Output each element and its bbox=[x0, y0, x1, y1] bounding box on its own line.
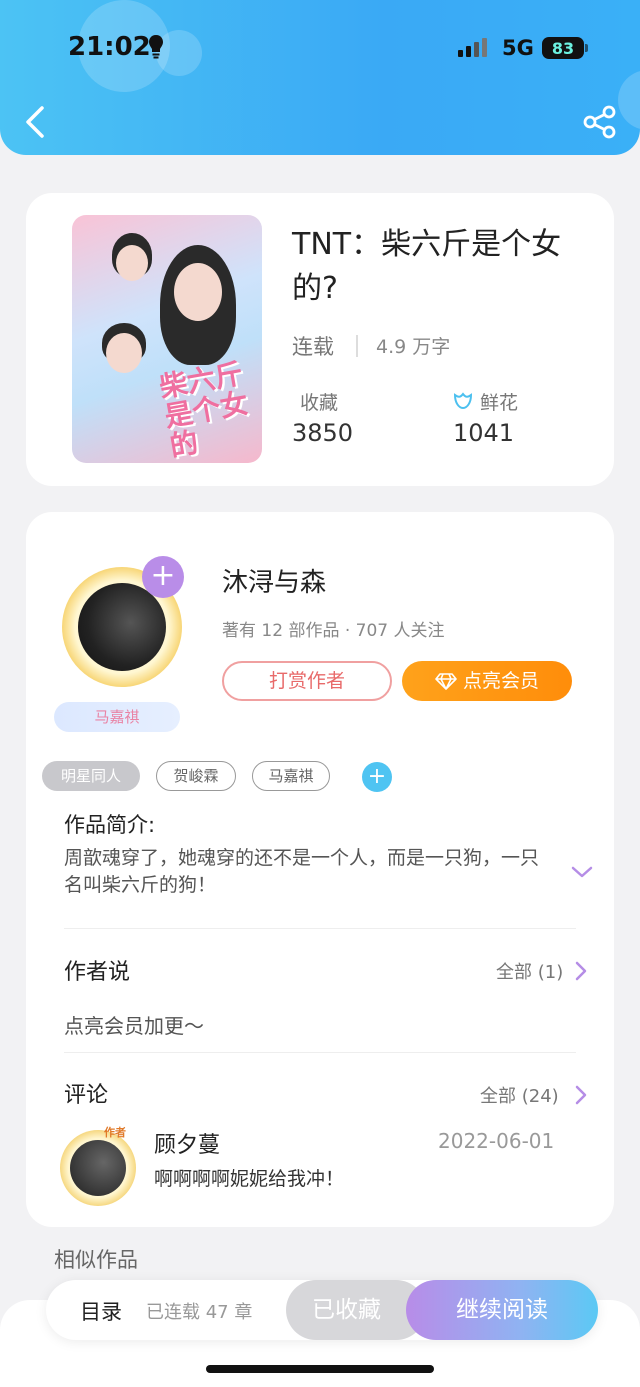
follow-plus-button[interactable]: + bbox=[142, 556, 184, 598]
fan-badge: 马嘉祺 bbox=[54, 702, 180, 732]
flowers-label: 鲜花 bbox=[480, 392, 519, 414]
book-info-card: 柴六斤 是个女的 TNT：柴六斤是个女的? 连载 4.9 万字 收藏 3850 鲜… bbox=[26, 193, 614, 486]
lightbulb-icon bbox=[149, 35, 163, 59]
decor-bubble bbox=[618, 70, 640, 130]
tag-category[interactable]: 明星同人 bbox=[42, 761, 140, 791]
word-count: 4.9 万字 bbox=[376, 336, 451, 358]
comments-title: 评论 bbox=[64, 1083, 109, 1108]
commenter-name[interactable]: 顾夕蔓 bbox=[154, 1127, 220, 1159]
author-meta: 著有 12 部作品 · 707 人关注 bbox=[222, 621, 445, 641]
toc-button[interactable]: 目录 bbox=[80, 1296, 122, 1326]
avatar bbox=[70, 1140, 126, 1196]
divider bbox=[64, 1052, 576, 1053]
flowers-count: 1041 bbox=[453, 419, 515, 447]
author-says-all-link[interactable]: 全部 (1) bbox=[496, 958, 563, 984]
tag-item[interactable]: 贺峻霖 bbox=[156, 761, 236, 791]
book-title: TNT：柴六斤是个女的? bbox=[292, 227, 562, 306]
flower-icon bbox=[453, 392, 473, 410]
share-icon[interactable] bbox=[582, 104, 618, 140]
signal-icon bbox=[458, 38, 487, 57]
author-says-text: 点亮会员加更～ bbox=[64, 1014, 204, 1038]
header-bar: 21:02 5G 83 bbox=[0, 0, 640, 155]
cover-figure bbox=[106, 333, 142, 373]
author-badge: 作者 bbox=[104, 1126, 126, 1139]
tag-item[interactable]: 马嘉祺 bbox=[252, 761, 330, 791]
vip-button-label: 点亮会员 bbox=[462, 670, 539, 692]
favorites-count: 3850 bbox=[292, 419, 354, 447]
cover-figure bbox=[174, 263, 222, 321]
divider bbox=[356, 335, 358, 357]
chevron-down-icon[interactable] bbox=[570, 864, 594, 880]
author-name[interactable]: 沐浔与森 bbox=[222, 562, 326, 599]
vip-button[interactable]: 点亮会员 bbox=[402, 661, 572, 701]
chevron-left-icon[interactable] bbox=[20, 102, 50, 142]
collected-button[interactable]: 已收藏 bbox=[286, 1280, 426, 1340]
chevron-right-icon[interactable] bbox=[574, 960, 588, 982]
book-cover[interactable]: 柴六斤 是个女的 bbox=[72, 215, 262, 463]
intro-title: 作品简介: bbox=[64, 813, 156, 837]
home-indicator[interactable] bbox=[206, 1365, 434, 1373]
chapter-count: 已连载 47 章 bbox=[146, 1302, 253, 1323]
chevron-right-icon[interactable] bbox=[574, 1084, 588, 1106]
similar-works-title: 相似作品 bbox=[54, 1248, 138, 1272]
diamond-icon bbox=[435, 673, 457, 690]
battery-icon: 83 bbox=[542, 37, 584, 59]
comment-date: 2022-06-01 bbox=[438, 1129, 555, 1153]
cover-figure bbox=[116, 245, 148, 281]
comments-all-link[interactable]: 全部 (24) bbox=[480, 1082, 559, 1108]
favorites-label: 收藏 bbox=[300, 392, 339, 414]
comment-text: 啊啊啊啊妮妮给我冲！ bbox=[154, 1168, 345, 1190]
tip-author-button[interactable]: 打赏作者 bbox=[222, 661, 392, 701]
serial-status: 连载 bbox=[292, 335, 334, 359]
commenter-avatar[interactable]: 作者 bbox=[56, 1124, 140, 1208]
network-type: 5G bbox=[502, 36, 534, 60]
divider bbox=[64, 928, 576, 929]
add-tag-button[interactable]: + bbox=[362, 762, 392, 792]
battery-tip bbox=[585, 44, 588, 52]
cover-title-art: 柴六斤 是个女的 bbox=[156, 356, 251, 463]
status-time: 21:02 bbox=[68, 32, 151, 62]
author-card: + 马嘉祺 沐浔与森 著有 12 部作品 · 707 人关注 打赏作者 点亮会员… bbox=[26, 512, 614, 1227]
avatar bbox=[78, 583, 166, 671]
continue-reading-button[interactable]: 继续阅读 bbox=[406, 1280, 598, 1340]
author-says-title: 作者说 bbox=[64, 960, 131, 985]
intro-text: 周歆魂穿了，她魂穿的还不是一个人，而是一只狗，一只名叫柴六斤的狗！ bbox=[64, 847, 540, 896]
